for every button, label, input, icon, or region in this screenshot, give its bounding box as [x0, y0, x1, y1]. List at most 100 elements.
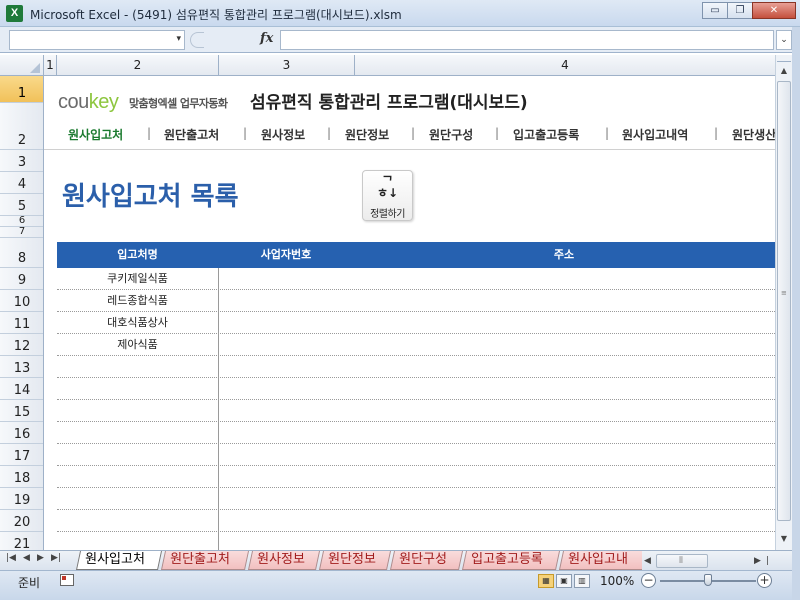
select-all-button[interactable] — [0, 55, 44, 76]
table-row[interactable]: 쿠키제일식품 — [57, 268, 775, 290]
cell-business-number[interactable] — [218, 510, 354, 532]
cell-address[interactable] — [354, 422, 774, 444]
table-row[interactable] — [57, 356, 775, 378]
zoom-slider-thumb[interactable] — [704, 574, 712, 586]
table-row[interactable] — [57, 488, 775, 510]
nav-item-fabric-composition[interactable]: 원단구성 — [429, 126, 473, 143]
column-header-2[interactable]: 2 — [57, 55, 219, 76]
zoom-level[interactable]: 100% — [600, 574, 634, 588]
row-header-1[interactable]: 1 — [0, 76, 43, 103]
horizontal-scroll-thumb[interactable]: ⦀ — [656, 554, 708, 568]
cell-supplier-name[interactable] — [57, 378, 218, 400]
cell-business-number[interactable] — [218, 268, 354, 290]
vertical-scroll-thumb[interactable]: ≡ — [777, 81, 791, 521]
table-row[interactable] — [57, 378, 775, 400]
cell-address[interactable] — [354, 444, 774, 466]
row-header-13[interactable]: 13 — [0, 356, 43, 378]
cell-supplier-name[interactable]: 대호식품상사 — [57, 312, 218, 334]
expand-formula-bar-button[interactable]: ⌄ — [776, 30, 792, 50]
prev-sheet-icon[interactable]: ◀ — [23, 553, 30, 563]
split-handle-icon[interactable]: | — [766, 553, 769, 569]
cell-supplier-name[interactable] — [57, 444, 218, 466]
cell-business-number[interactable] — [218, 290, 354, 312]
cell-address[interactable] — [354, 290, 774, 312]
name-box[interactable]: ▾ — [9, 30, 185, 50]
sheet-tab-2[interactable]: 원단출고처 — [160, 551, 250, 570]
sheet-tab-6[interactable]: 입고출고등록 — [461, 551, 561, 570]
cell-business-number[interactable] — [218, 488, 354, 510]
macro-record-icon[interactable] — [60, 574, 74, 586]
sheet-tab-1[interactable]: 원사입고처 — [75, 551, 163, 570]
vertical-scrollbar[interactable]: ▲ ≡ ▼ — [775, 55, 792, 550]
row-header-4[interactable]: 4 — [0, 172, 43, 194]
nav-item-fabric-info[interactable]: 원단정보 — [345, 126, 389, 143]
scroll-right-icon[interactable]: ▶ — [754, 553, 761, 569]
cell-address[interactable] — [354, 488, 774, 510]
cell-supplier-name[interactable] — [57, 466, 218, 488]
normal-view-button[interactable]: ▦ — [538, 574, 554, 588]
cell-address[interactable] — [354, 400, 774, 422]
cell-supplier-name[interactable] — [57, 510, 218, 532]
nav-item-fabric-production[interactable]: 원단생산 — [732, 126, 775, 143]
row-header-3[interactable]: 3 — [0, 150, 43, 172]
sheet-tab-3[interactable]: 원사정보 — [247, 551, 321, 570]
nav-item-yarn-suppliers[interactable]: 원사입고처 — [68, 126, 123, 143]
minimize-button[interactable]: ▭ — [702, 2, 728, 19]
scroll-left-icon[interactable]: ◀ — [644, 553, 651, 569]
nav-item-yarn-receipts[interactable]: 원사입고내역 — [622, 126, 688, 143]
cell-business-number[interactable] — [218, 356, 354, 378]
row-header-15[interactable]: 15 — [0, 400, 43, 422]
row-header-19[interactable]: 19 — [0, 488, 43, 510]
cell-supplier-name[interactable]: 제아식품 — [57, 334, 218, 356]
column-header-1[interactable]: 1 — [44, 55, 57, 76]
column-header-4[interactable]: 4 — [355, 55, 775, 76]
cell-business-number[interactable] — [218, 312, 354, 334]
cell-business-number[interactable] — [218, 422, 354, 444]
page-layout-view-button[interactable]: ▣ — [556, 574, 572, 588]
table-row[interactable] — [57, 400, 775, 422]
row-header-9[interactable]: 9 — [0, 268, 43, 290]
cell-supplier-name[interactable]: 레드종합식품 — [57, 290, 218, 312]
column-header-3[interactable]: 3 — [219, 55, 355, 76]
nav-item-yarn-info[interactable]: 원사정보 — [261, 126, 305, 143]
zoom-out-button[interactable]: − — [641, 573, 656, 588]
table-row[interactable]: 대호식품상사 — [57, 312, 775, 334]
row-header-11[interactable]: 11 — [0, 312, 43, 334]
row-header-5[interactable]: 5 — [0, 194, 43, 216]
cell-supplier-name[interactable] — [57, 532, 218, 550]
cell-supplier-name[interactable] — [57, 422, 218, 444]
sheet-tab-5[interactable]: 원단구성 — [389, 551, 464, 570]
cell-business-number[interactable] — [218, 532, 354, 550]
cell-address[interactable] — [354, 532, 774, 550]
split-handle[interactable] — [777, 55, 791, 62]
table-row[interactable] — [57, 532, 775, 550]
close-button[interactable]: ✕ — [752, 2, 796, 19]
cell-business-number[interactable] — [218, 466, 354, 488]
cell-address[interactable] — [354, 378, 774, 400]
zoom-in-button[interactable]: + — [757, 573, 772, 588]
horizontal-scrollbar[interactable]: ◀ ⦀ ▶ | — [642, 553, 776, 569]
row-header-8[interactable]: 8 — [0, 238, 43, 268]
cell-address[interactable] — [354, 334, 774, 356]
table-row[interactable] — [57, 422, 775, 444]
cell-supplier-name[interactable] — [57, 400, 218, 422]
nav-item-inout-registration[interactable]: 입고출고등록 — [513, 126, 579, 143]
row-header-14[interactable]: 14 — [0, 378, 43, 400]
row-header-17[interactable]: 17 — [0, 444, 43, 466]
cell-business-number[interactable] — [218, 444, 354, 466]
cell-business-number[interactable] — [218, 378, 354, 400]
last-sheet-icon[interactable]: ▶| — [51, 553, 61, 563]
cell-address[interactable] — [354, 312, 774, 334]
row-header-21[interactable]: 21 — [0, 532, 43, 550]
cell-business-number[interactable] — [218, 334, 354, 356]
sheet-tab-7[interactable]: 원사입고내 — [558, 551, 642, 570]
cell-supplier-name[interactable] — [57, 488, 218, 510]
cell-address[interactable] — [354, 510, 774, 532]
row-header-12[interactable]: 12 — [0, 334, 43, 356]
table-row[interactable]: 제아식품 — [57, 334, 775, 356]
row-header-7[interactable]: 7 — [0, 227, 43, 238]
row-header-2[interactable]: 2 — [0, 103, 43, 150]
worksheet[interactable]: coukey 맞춤형엑셀 업무자동화 섬유편직 통합관리 프로그램(대시보드) … — [44, 76, 775, 550]
scroll-up-icon[interactable]: ▲ — [776, 63, 792, 79]
sheet-tab-4[interactable]: 원단정보 — [318, 551, 392, 570]
